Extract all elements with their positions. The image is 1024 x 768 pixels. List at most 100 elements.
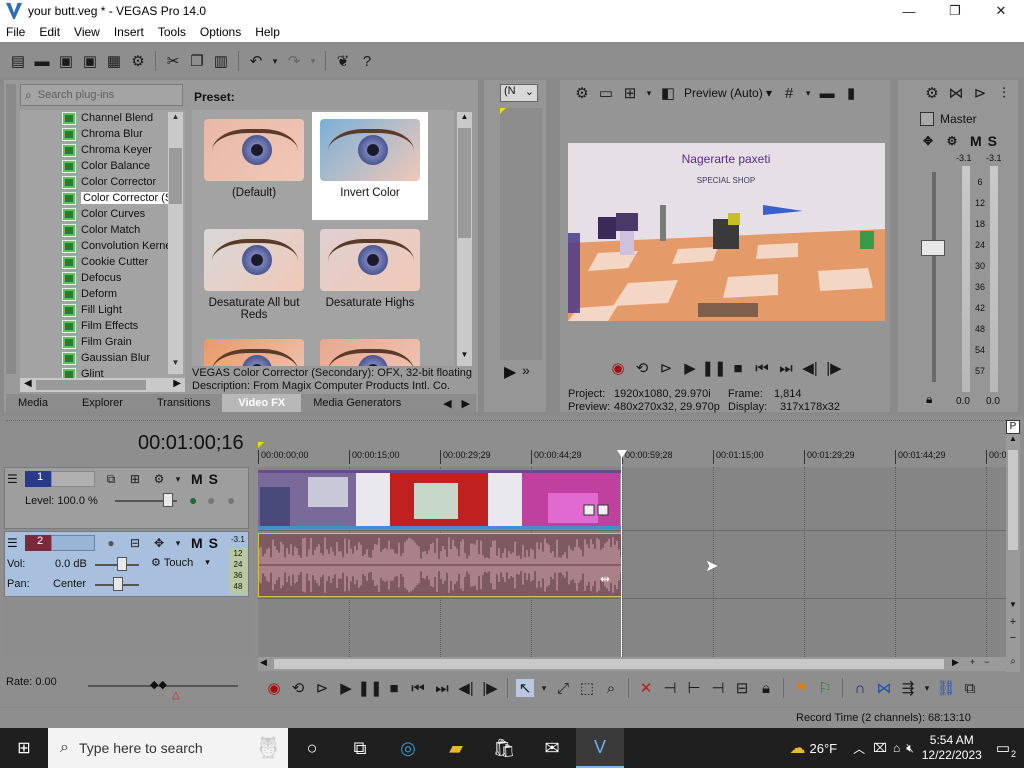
task-view-icon[interactable]: ⧉ — [336, 728, 384, 768]
video-clip[interactable] — [258, 470, 622, 528]
insert-region-icon[interactable]: ⚐ — [816, 679, 834, 697]
scroll-right-icon[interactable]: ▶ — [952, 657, 959, 668]
plugin-tree-item[interactable]: Convolution Kerne — [20, 238, 185, 254]
preset-item[interactable] — [312, 332, 428, 366]
ripple-edit-icon[interactable]: ⇶ — [899, 679, 917, 697]
play-icon[interactable]: ▶ — [681, 359, 699, 377]
preset-scrollbar[interactable]: ▲ ▼ — [457, 112, 472, 366]
ignore-grouping-icon[interactable]: ⧉ — [961, 679, 979, 697]
snapping-icon[interactable]: ∩ — [851, 679, 869, 697]
selection-tool-icon[interactable]: ⬚ — [578, 679, 596, 697]
preview-properties-gear-icon[interactable]: ⚙ — [573, 84, 591, 102]
audio-track-header[interactable]: ☰ 2 ● ⊟ ✥ ▾ M S Vol: 0.0 dB ⚙ Touch ▾ Pa… — [4, 531, 249, 597]
clock-time[interactable]: 5:54 AM — [922, 733, 982, 748]
edit-tool-dropdown-icon[interactable]: ▾ — [540, 679, 548, 697]
trimmer-area[interactable] — [500, 108, 542, 360]
zoom-out-track-icon[interactable]: − — [1006, 632, 1020, 644]
plugin-manager-icon[interactable]: ❦ — [334, 52, 352, 70]
trim-start-icon[interactable]: ⊢ — [685, 679, 703, 697]
tab-transitions[interactable]: Transitions — [145, 394, 222, 412]
scroll-up-icon[interactable]: ▲ — [1006, 434, 1020, 448]
ripple-dropdown-icon[interactable]: ▾ — [923, 679, 931, 697]
empty-track-area[interactable] — [4, 600, 252, 656]
copy-icon[interactable]: ❐ — [188, 52, 206, 70]
trim-end-icon[interactable]: ⊣ — [709, 679, 727, 697]
stop-icon[interactable]: ■ — [729, 359, 747, 377]
compositing-child-icon[interactable]: ● — [227, 492, 235, 508]
maximize-button[interactable]: ❐ — [932, 0, 978, 22]
automation-mode[interactable]: Touch — [164, 557, 193, 569]
master-fx-gear-icon[interactable]: ⚙ — [943, 132, 961, 150]
track1-solo-button[interactable]: S — [209, 471, 218, 487]
redo-dropdown-icon[interactable]: ▾ — [309, 52, 317, 70]
preset-item[interactable]: Desaturate All but Reds — [196, 222, 312, 330]
tab-video-fx[interactable]: Video FX — [222, 394, 302, 412]
overlays-grid-icon[interactable]: # — [780, 84, 798, 102]
weather-icon[interactable]: ☁ — [789, 738, 805, 758]
zoom-in-time-icon[interactable]: + — [970, 657, 975, 667]
hscroll-thumb[interactable] — [274, 659, 944, 669]
scroll-thumb[interactable] — [169, 148, 182, 204]
previous-frame-icon[interactable]: ◀| — [457, 679, 475, 697]
master-mute-button[interactable]: M — [970, 133, 982, 149]
cortana-icon[interactable]: ○ — [288, 728, 336, 768]
plugin-tree-item[interactable]: Film Grain — [20, 334, 185, 350]
scroll-thumb[interactable] — [458, 128, 471, 238]
zoom-out-time-icon[interactable]: − — [984, 657, 989, 667]
weather-temp[interactable]: 26°F — [809, 741, 837, 756]
zoom-tool-icon[interactable]: ⌕ — [1006, 656, 1020, 667]
track-motion-icon[interactable]: ⧉ — [102, 470, 120, 488]
go-to-end-icon[interactable]: ⏭ — [433, 679, 451, 697]
split-screen-icon[interactable]: ⊞ — [621, 84, 639, 102]
video-track-header[interactable]: ☰ 1 ⧉ ⊞ ⚙ ▾ M S Level: 100.0 % ● ● ● — [4, 467, 249, 529]
speaker-muted-icon[interactable]: 🔇︎ — [906, 741, 914, 756]
downmix-icon[interactable]: ⋈ — [947, 84, 965, 102]
pan-icon[interactable]: ✥ — [919, 132, 937, 150]
trim-icon[interactable]: ⊣ — [661, 679, 679, 697]
hscroll-thumb[interactable] — [36, 380, 146, 390]
pan-dropdown-icon[interactable]: ▾ — [174, 534, 182, 552]
go-to-start-icon[interactable]: ⏮ — [753, 359, 771, 377]
preview-fx-icon[interactable]: ◧ — [659, 84, 677, 102]
track-collapse-icon[interactable]: ☰ — [7, 472, 21, 486]
track-collapse-icon[interactable]: ☰ — [7, 536, 21, 550]
plugin-tree-item[interactable]: Color Curves — [20, 206, 185, 222]
microsoft-store-icon[interactable]: 🛍︎ — [480, 728, 528, 768]
envelope-tool-icon[interactable]: ⤢ — [554, 679, 572, 697]
close-button[interactable]: ✕ — [978, 0, 1024, 22]
next-frame-icon[interactable]: |▶ — [825, 359, 843, 377]
scroll-left-icon[interactable]: ◀ — [24, 378, 32, 389]
undo-icon[interactable]: ↶ — [247, 52, 265, 70]
trimmer-dropdown[interactable]: (N ⌄ — [500, 84, 538, 102]
trimmer-play-icon[interactable]: ▶ — [504, 362, 516, 382]
master-fader-track[interactable] — [932, 172, 936, 382]
automation-gear-icon[interactable]: ⚙ — [151, 556, 161, 569]
zoom-in-track-icon[interactable]: + — [1006, 616, 1020, 628]
lock-icon[interactable]: 🔒︎ — [926, 392, 932, 407]
audio-clip[interactable] — [258, 533, 622, 597]
cloud-sync-icon[interactable]: ⌂ — [893, 741, 900, 755]
whats-this-help-icon[interactable]: ? — [358, 52, 376, 70]
compositing-gear-icon[interactable]: ⚙ — [150, 470, 168, 488]
previous-frame-icon[interactable]: ◀| — [801, 359, 819, 377]
windows-start-icon[interactable]: ⊞ — [0, 728, 48, 768]
render-icon[interactable]: ▦ — [105, 52, 123, 70]
external-monitor-icon[interactable]: ▭ — [597, 84, 615, 102]
timeline-hscroll[interactable]: ◀ ▶ + − — [258, 657, 1006, 671]
clock-date[interactable]: 12/22/2023 — [922, 748, 982, 763]
vegas-taskbar-icon[interactable]: V — [576, 728, 624, 768]
pause-icon[interactable]: ❚❚ — [357, 679, 382, 697]
plugin-tree-item[interactable]: Chroma Blur — [20, 126, 185, 142]
split-icon[interactable]: ⊟ — [733, 679, 751, 697]
master-solo-button[interactable]: S — [988, 133, 997, 149]
taskbar-search-box[interactable]: ⌕ Type here to search 🦉︎ — [48, 728, 288, 768]
level-slider-handle[interactable] — [163, 493, 173, 507]
chevron-down-icon[interactable]: ▾ — [205, 557, 210, 568]
play-from-start-icon[interactable]: ⊳ — [313, 679, 331, 697]
menu-file[interactable]: File — [0, 25, 33, 39]
lock-event-icon[interactable]: 🔒︎ — [757, 679, 775, 697]
preset-item[interactable]: (Default) — [196, 112, 312, 220]
tab-scroll-right-icon[interactable]: ▶ — [456, 394, 476, 412]
next-frame-icon[interactable]: |▶ — [481, 679, 499, 697]
new-file-icon[interactable]: ▤ — [9, 52, 27, 70]
